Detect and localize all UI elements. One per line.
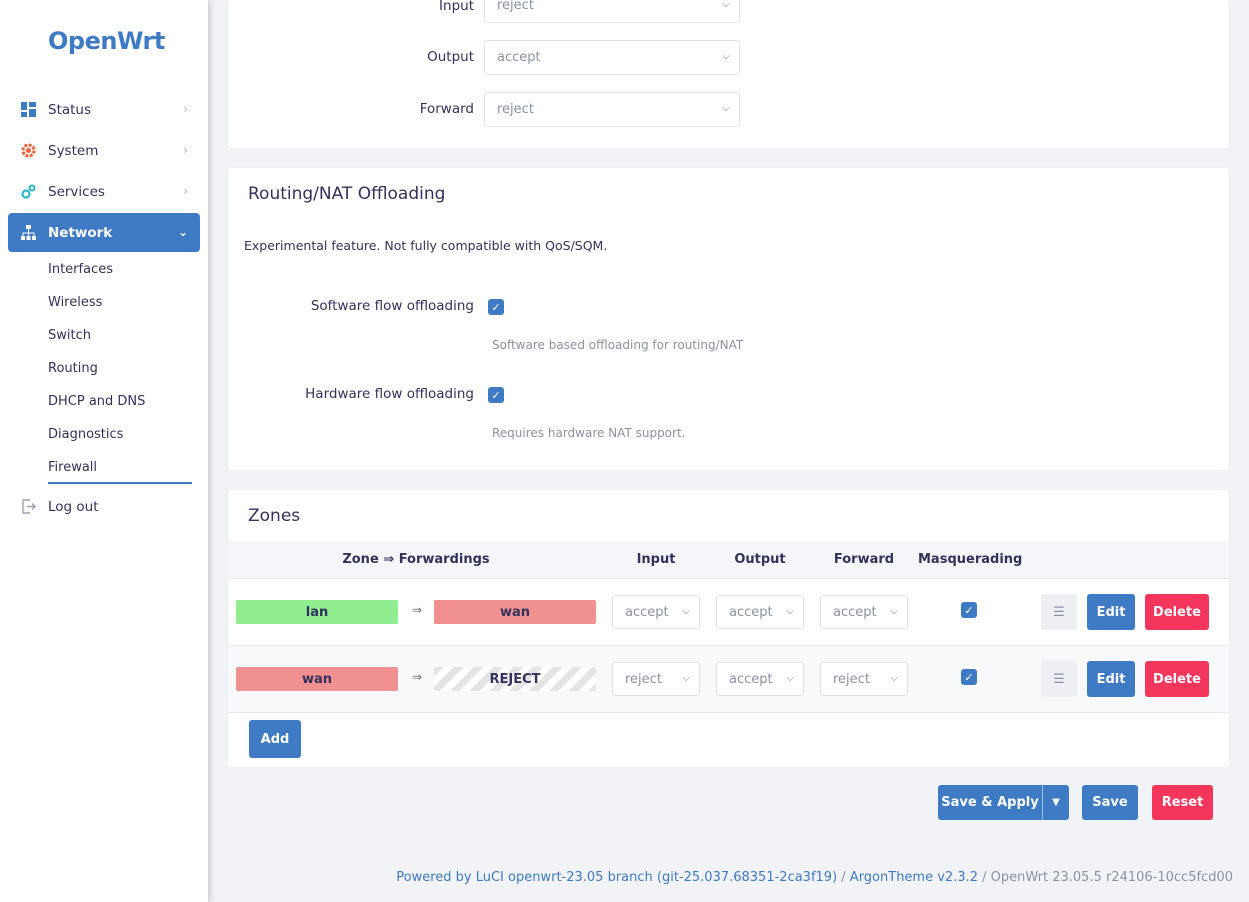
logout-icon [20, 499, 36, 515]
chevron-down-icon: ⌵ [722, 51, 730, 62]
zones-card: Zones Zone ⇒ Forwardings Input Output Fo… [228, 490, 1229, 767]
chevron-right-icon: › [183, 102, 188, 116]
software-offloading-label: Software flow offloading [310, 298, 474, 314]
chevron-down-icon: ⌵ [722, 103, 730, 114]
save-apply-button[interactable]: Save & Apply [938, 785, 1042, 820]
sidebar-item-status[interactable]: Status › [8, 90, 200, 129]
forward-policy-select[interactable]: reject ⌵ [484, 92, 740, 127]
offloading-card: Routing/NAT Offloading Experimental feat… [228, 168, 1229, 470]
zones-title: Zones [248, 506, 301, 526]
col-zone-forwardings: Zone ⇒ Forwardings [342, 552, 490, 567]
zones-table-header: Zone ⇒ Forwardings Input Output Forward … [228, 541, 1229, 579]
sidebar-item-services[interactable]: Services › [8, 172, 200, 211]
theme-link[interactable]: ArgonTheme v2.3.2 [850, 870, 978, 885]
zone-output-select[interactable]: accept ⌵ [716, 662, 804, 696]
sidebar-item-system[interactable]: System › [8, 131, 200, 170]
edit-button[interactable]: Edit [1087, 594, 1135, 630]
sidebar-subitem-routing[interactable]: Routing [48, 361, 98, 376]
zone-badge-wan: wan [434, 600, 596, 624]
save-button[interactable]: Save [1082, 785, 1138, 820]
offloading-title: Routing/NAT Offloading [248, 184, 446, 204]
edit-button[interactable]: Edit [1087, 661, 1135, 697]
forward-arrow: ⇒ [412, 670, 423, 684]
zone-forward-select[interactable]: reject ⌵ [820, 662, 908, 696]
masquerading-checkbox[interactable]: ✓ [961, 602, 977, 618]
hardware-offloading-checkbox[interactable]: ✓ [488, 387, 504, 403]
general-settings-card: Input reject ⌵ Output accept ⌵ Forward rej… [228, 0, 1229, 148]
chevron-down-icon: ⌵ [890, 673, 898, 684]
zone-badge-wan: wan [236, 667, 398, 691]
footer: Powered by LuCI openwrt-23.05 branch (gi… [396, 870, 1233, 885]
sidebar-item-label: Log out [48, 498, 99, 515]
dashboard-icon [20, 102, 36, 118]
sidebar-item-label: System [48, 142, 99, 159]
drag-handle-icon[interactable]: ☰ [1041, 661, 1077, 697]
network-icon [20, 225, 36, 241]
sidebar: OpenWrt Status › System › Services › Net… [0, 0, 208, 902]
input-policy-label: Input [439, 0, 474, 14]
openwrt-logo[interactable]: OpenWrt [48, 27, 165, 55]
sidebar-item-label: Status [48, 101, 92, 118]
sidebar-subitem-wireless[interactable]: Wireless [48, 295, 102, 310]
input-policy-select[interactable]: reject ⌵ [484, 0, 740, 23]
table-row: lan ⇒ wan accept ⌵ accept ⌵ accept ⌵ ✓ ☰ Ed… [228, 579, 1229, 646]
masquerading-checkbox[interactable]: ✓ [961, 669, 977, 685]
offloading-note: Experimental feature. Not fully compatib… [244, 238, 608, 253]
sidebar-item-network[interactable]: Network ⌄ [8, 213, 200, 252]
gear-icon [20, 143, 36, 159]
table-row: wan ⇒ REJECT reject ⌵ accept ⌵ reject ⌵ ✓ ☰… [228, 646, 1229, 713]
sidebar-subitem-interfaces[interactable]: Interfaces [48, 262, 113, 277]
zone-input-select[interactable]: reject ⌵ [612, 662, 700, 696]
services-icon [20, 184, 36, 200]
chevron-right-icon: › [183, 143, 188, 157]
sidebar-subitem-diagnostics[interactable]: Diagnostics [48, 427, 123, 442]
drag-handle-icon[interactable]: ☰ [1041, 594, 1077, 630]
firmware-version: OpenWrt 23.05.5 r24106-10cc5fcd00 [990, 870, 1233, 885]
output-policy-select[interactable]: accept ⌵ [484, 40, 740, 75]
col-masquerading: Masquerading [918, 552, 1023, 567]
chevron-down-icon: ⌄ [177, 225, 188, 239]
zone-badge-reject: REJECT [434, 667, 596, 691]
zone-badge-lan: lan [236, 600, 398, 624]
sidebar-subitem-switch[interactable]: Switch [48, 328, 91, 343]
sidebar-item-label: Network [48, 224, 113, 241]
delete-button[interactable]: Delete [1145, 594, 1209, 630]
hardware-offloading-label: Hardware flow offloading [305, 386, 474, 402]
delete-button[interactable]: Delete [1145, 661, 1209, 697]
col-input: Input [636, 552, 676, 567]
reset-button[interactable]: Reset [1152, 785, 1213, 820]
software-offloading-hint: Software based offloading for routing/NA… [492, 338, 744, 352]
chevron-down-icon: ⌵ [722, 0, 730, 10]
sidebar-item-logout[interactable]: Log out [8, 487, 200, 526]
forward-policy-label: Forward [419, 101, 474, 117]
add-zone-button[interactable]: Add [249, 720, 301, 758]
luci-link[interactable]: Powered by LuCI openwrt-23.05 branch (gi… [396, 870, 837, 885]
col-forward: Forward [833, 552, 895, 567]
active-subitem-underline [48, 482, 192, 484]
sidebar-subitem-dhcp-dns[interactable]: DHCP and DNS [48, 394, 145, 409]
sidebar-item-label: Services [48, 183, 105, 200]
chevron-right-icon: › [183, 184, 188, 198]
chevron-down-icon: ⌵ [682, 673, 690, 684]
chevron-down-icon: ⌵ [786, 606, 794, 617]
zone-input-select[interactable]: accept ⌵ [612, 595, 700, 629]
col-output: Output [734, 552, 786, 567]
hardware-offloading-hint: Requires hardware NAT support. [492, 426, 686, 440]
software-offloading-checkbox[interactable]: ✓ [488, 299, 504, 315]
forward-arrow: ⇒ [412, 603, 423, 617]
zone-output-select[interactable]: accept ⌵ [716, 595, 804, 629]
sidebar-subitem-firewall[interactable]: Firewall [48, 460, 97, 475]
output-policy-label: Output [427, 49, 474, 65]
chevron-down-icon: ⌵ [890, 606, 898, 617]
chevron-down-icon: ⌵ [682, 606, 690, 617]
zone-forward-select[interactable]: accept ⌵ [820, 595, 908, 629]
chevron-down-icon: ⌵ [786, 673, 794, 684]
save-apply-dropdown-icon[interactable]: ▼ [1042, 785, 1069, 820]
